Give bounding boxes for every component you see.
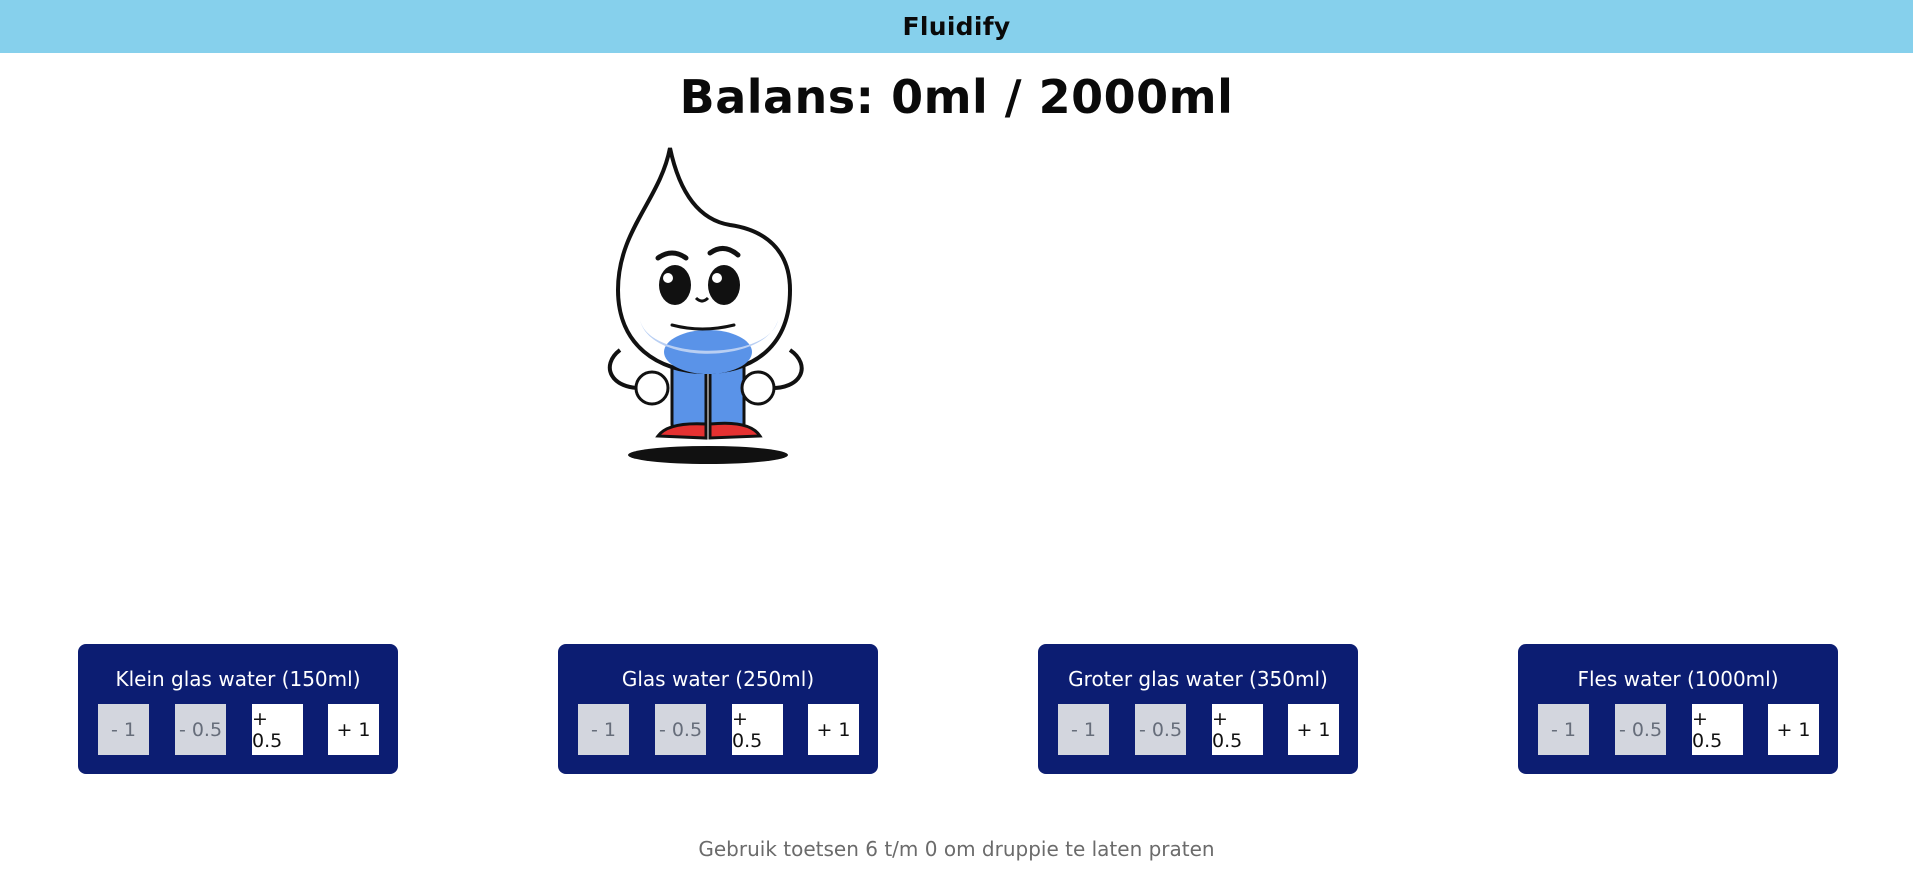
plus-half-button[interactable]: + 0.5 <box>252 704 303 755</box>
drink-card-bottle: Fles water (1000ml) - 1 - 0.5 + 0.5 + 1 <box>1518 644 1838 774</box>
minus-1-button[interactable]: - 1 <box>1538 704 1589 755</box>
drink-card-glass: Glas water (250ml) - 1 - 0.5 + 0.5 + 1 <box>558 644 878 774</box>
minus-half-button[interactable]: - 0.5 <box>1615 704 1666 755</box>
minus-1-button[interactable]: - 1 <box>98 704 149 755</box>
plus-1-button[interactable]: + 1 <box>328 704 379 755</box>
minus-half-button[interactable]: - 0.5 <box>655 704 706 755</box>
keyboard-hint: Gebruik toetsen 6 t/m 0 om druppie te la… <box>698 837 1215 861</box>
plus-1-button[interactable]: + 1 <box>1288 704 1339 755</box>
drink-card-large-glass: Groter glas water (350ml) - 1 - 0.5 + 0.… <box>1038 644 1358 774</box>
plus-1-button[interactable]: + 1 <box>808 704 859 755</box>
drink-card-title: Glas water (250ml) <box>621 667 815 691</box>
drink-card-title: Groter glas water (350ml) <box>1068 667 1328 691</box>
minus-half-button[interactable]: - 0.5 <box>1135 704 1186 755</box>
plus-half-button[interactable]: + 0.5 <box>1212 704 1263 755</box>
minus-1-button[interactable]: - 1 <box>578 704 629 755</box>
drink-card-title: Fles water (1000ml) <box>1577 667 1779 691</box>
plus-half-button[interactable]: + 0.5 <box>1692 704 1743 755</box>
drink-card-small-glass: Klein glas water (150ml) - 1 - 0.5 + 0.5… <box>78 644 398 774</box>
minus-half-button[interactable]: - 0.5 <box>175 704 226 755</box>
app-title: Fluidify <box>902 12 1011 41</box>
plus-1-button[interactable]: + 1 <box>1768 704 1819 755</box>
water-drop-mascot <box>607 147 804 464</box>
balance-readout: Balans: 0ml / 2000ml <box>679 70 1234 124</box>
drink-card-title: Klein glas water (150ml) <box>115 667 361 691</box>
minus-1-button[interactable]: - 1 <box>1058 704 1109 755</box>
plus-half-button[interactable]: + 0.5 <box>732 704 783 755</box>
drink-cards: Klein glas water (150ml) - 1 - 0.5 + 0.5… <box>0 644 1913 774</box>
app-header: Fluidify <box>0 0 1913 53</box>
